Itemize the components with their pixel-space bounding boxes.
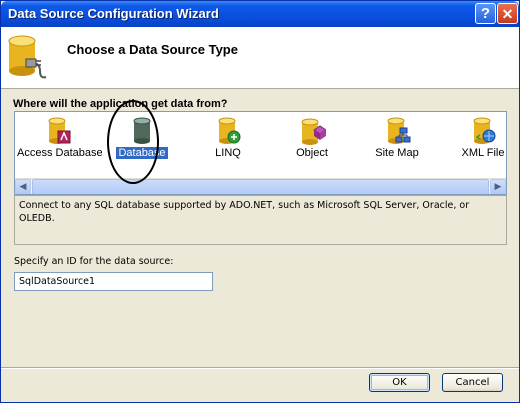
type-list-scrollbar[interactable]: ◀ ▶ — [15, 178, 506, 194]
data-source-id-input[interactable] — [14, 272, 213, 291]
ok-button[interactable]: OK — [369, 373, 430, 392]
database-icon — [133, 117, 151, 144]
type-linq[interactable]: LINQ — [185, 116, 271, 176]
type-access-database[interactable]: Access Database — [15, 116, 103, 176]
type-label-access-database: Access Database — [17, 147, 103, 159]
object-icon — [301, 118, 326, 145]
type-database[interactable]: Database — [99, 116, 185, 176]
footer-divider — [1, 367, 519, 369]
type-label-xml-file: XML File — [461, 147, 505, 159]
help-icon: ? — [480, 5, 491, 22]
scroll-left-button[interactable]: ◀ — [15, 179, 31, 194]
type-site-map[interactable]: Site Map — [354, 116, 440, 176]
chevron-right-icon: ▶ — [494, 182, 502, 192]
close-button[interactable]: ✕ — [497, 3, 518, 24]
page-title: Choose a Data Source Type — [67, 42, 238, 57]
window-title: Data Source Configuration Wizard — [8, 6, 219, 21]
id-field-label: Specify an ID for the data source: — [14, 256, 174, 267]
close-icon: ✕ — [501, 5, 514, 22]
chevron-left-icon: ◀ — [19, 182, 27, 192]
wizard-header: Choose a Data Source Type — [1, 27, 519, 89]
scroll-thumb[interactable] — [32, 179, 489, 194]
access-database-icon — [48, 117, 71, 144]
type-label-site-map: Site Map — [375, 147, 419, 159]
source-question: Where will the application get data from… — [13, 98, 228, 110]
wizard-dialog: Data Source Configuration Wizard ? ✕ Cho… — [0, 0, 520, 403]
help-button[interactable]: ? — [475, 3, 496, 24]
type-xml-file[interactable]: XML File — [440, 116, 506, 176]
type-label-linq: LINQ — [215, 147, 241, 159]
scroll-right-button[interactable]: ▶ — [490, 179, 506, 194]
site-map-icon — [387, 117, 411, 144]
cancel-button[interactable]: Cancel — [442, 373, 503, 392]
database-plug-icon — [8, 35, 47, 79]
type-object[interactable]: Object — [269, 116, 355, 176]
linq-icon — [218, 117, 241, 144]
xml-file-icon — [473, 117, 496, 144]
type-label-object: Object — [296, 147, 328, 159]
type-description: Connect to any SQL database supported by… — [14, 195, 507, 245]
title-bar[interactable]: Data Source Configuration Wizard ? ✕ — [1, 1, 519, 27]
type-label-database: Database — [116, 147, 168, 159]
data-source-type-list[interactable]: Access Database Database LINQ Object Sit… — [14, 111, 507, 195]
